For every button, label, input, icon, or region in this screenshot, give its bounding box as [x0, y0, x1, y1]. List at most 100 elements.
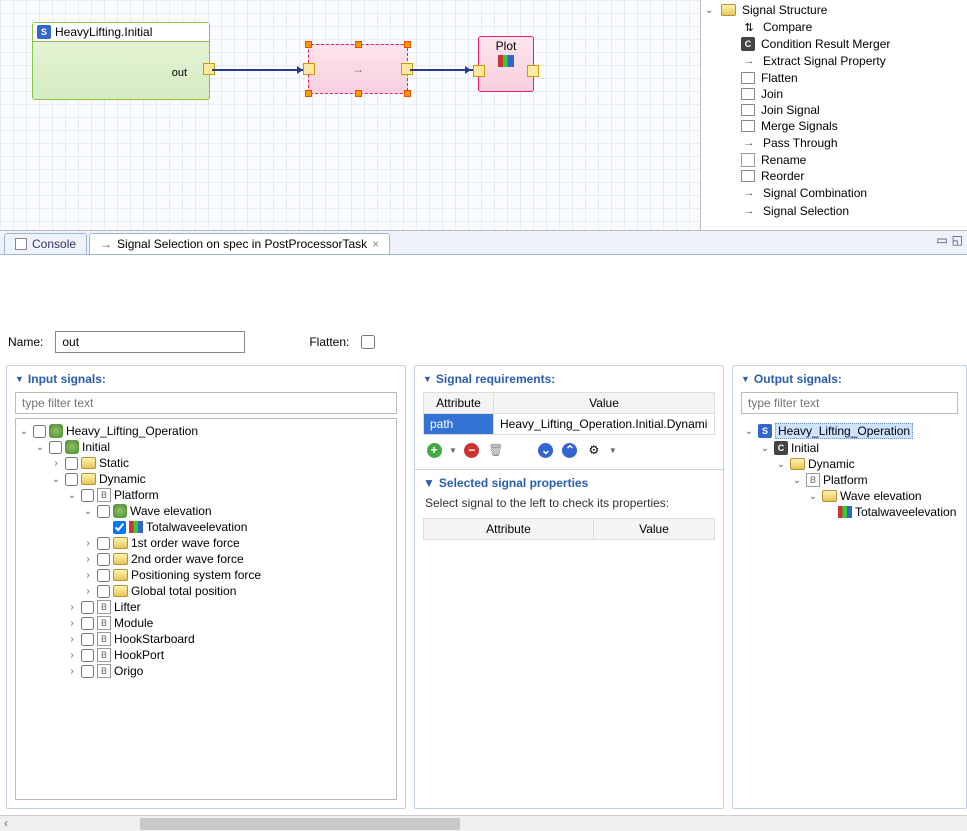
tree-checkbox[interactable]	[113, 521, 126, 534]
minimize-icon[interactable]: ▭	[936, 233, 947, 247]
input-port[interactable]	[303, 63, 315, 75]
tree-checkbox[interactable]	[97, 569, 110, 582]
expand-icon[interactable]: ›	[66, 618, 78, 629]
tree-checkbox[interactable]	[81, 601, 94, 614]
expand-icon[interactable]: ⌄	[705, 5, 715, 16]
expand-icon[interactable]: ⌄	[743, 426, 755, 437]
tree-row[interactable]: ⌄BPlatform	[743, 472, 956, 488]
expand-icon[interactable]: ›	[82, 538, 94, 549]
node-plot[interactable]: Plot	[478, 36, 534, 92]
expand-icon[interactable]: ›	[66, 650, 78, 661]
tree-row[interactable]: Totalwaveelevation	[18, 519, 394, 535]
collapse-icon[interactable]: ▼	[423, 374, 432, 384]
expand-icon[interactable]: ⌄	[759, 443, 771, 454]
name-input[interactable]	[55, 331, 245, 353]
palette-item[interactable]: Merge Signals	[701, 118, 967, 134]
resize-handle[interactable]	[305, 41, 312, 48]
palette-item[interactable]: →Extract Signal Property	[701, 52, 967, 70]
expand-icon[interactable]: ⌄	[34, 442, 46, 453]
palette-item[interactable]: →Pass Through	[701, 134, 967, 152]
tree-checkbox[interactable]	[65, 457, 78, 470]
tree-checkbox[interactable]	[97, 553, 110, 566]
expand-icon[interactable]: ›	[82, 570, 94, 581]
tree-row[interactable]: ⌄Dynamic	[18, 471, 394, 487]
tab-signal-selection[interactable]: → Signal Selection on spec in PostProces…	[89, 233, 390, 254]
tree-row[interactable]: ⌄CInitial	[743, 440, 956, 456]
tree-checkbox[interactable]	[97, 537, 110, 550]
tree-checkbox[interactable]	[65, 473, 78, 486]
dropdown-icon[interactable]: ▼	[449, 446, 457, 455]
restore-icon[interactable]: ◱	[952, 233, 963, 247]
tree-row[interactable]: ⌄Initial	[18, 439, 394, 455]
tree-checkbox[interactable]	[97, 505, 110, 518]
node-selected[interactable]: →	[308, 44, 408, 94]
tree-row[interactable]: ⌄SHeavy_Lifting_Operation	[743, 422, 956, 440]
expand-icon[interactable]: ⌄	[775, 459, 787, 470]
scroll-left-icon[interactable]: ‹	[4, 816, 8, 830]
palette-item[interactable]: ⇅Compare	[701, 18, 967, 36]
tree-checkbox[interactable]	[97, 585, 110, 598]
input-port[interactable]	[473, 65, 485, 77]
dropdown-icon[interactable]: ▼	[609, 446, 617, 455]
tree-row[interactable]: ⌄Heavy_Lifting_Operation	[18, 423, 394, 439]
palette-item[interactable]: Join	[701, 86, 967, 102]
tree-row[interactable]: ›Positioning system force	[18, 567, 394, 583]
output-port[interactable]	[527, 65, 539, 77]
horizontal-scrollbar[interactable]: ‹	[0, 815, 967, 831]
table-row[interactable]: pathHeavy_Lifting_Operation.Initial.Dyna…	[424, 414, 715, 435]
tree-checkbox[interactable]	[81, 617, 94, 630]
tree-row[interactable]: ›Global total position	[18, 583, 394, 599]
tree-row[interactable]: ›1st order wave force	[18, 535, 394, 551]
expand-icon[interactable]: ⌄	[807, 491, 819, 502]
expand-icon[interactable]: ⌄	[791, 475, 803, 486]
resize-handle[interactable]	[404, 41, 411, 48]
expand-icon[interactable]: ›	[82, 586, 94, 597]
palette-item[interactable]: Reorder	[701, 168, 967, 184]
scrollbar-thumb[interactable]	[140, 818, 460, 830]
tree-checkbox[interactable]	[81, 665, 94, 678]
remove-button[interactable]: −	[463, 441, 481, 459]
tree-checkbox[interactable]	[81, 633, 94, 646]
tree-row[interactable]: Totalwaveelevation	[743, 504, 956, 520]
output-tree[interactable]: ⌄SHeavy_Lifting_Operation⌄CInitial⌄Dynam…	[741, 418, 958, 800]
filter-input[interactable]	[15, 392, 397, 414]
move-down-button[interactable]: ⌄	[537, 441, 555, 459]
tree-checkbox[interactable]	[81, 489, 94, 502]
palette-item[interactable]: CCondition Result Merger	[701, 36, 967, 52]
tree-row[interactable]: ›BHookStarboard	[18, 631, 394, 647]
delete-button[interactable]: 🗑	[487, 441, 505, 459]
settings-button[interactable]: ⚙	[585, 441, 603, 459]
expand-icon[interactable]: ›	[66, 602, 78, 613]
collapse-icon[interactable]: ▼	[15, 374, 24, 384]
expand-icon[interactable]: ⌄	[18, 426, 30, 437]
node-initial[interactable]: SHeavyLifting.Initial out	[32, 22, 210, 100]
palette-item[interactable]: Flatten	[701, 70, 967, 86]
tree-row[interactable]: ›Static	[18, 455, 394, 471]
resize-handle[interactable]	[305, 90, 312, 97]
expand-icon[interactable]: ⌄	[50, 474, 62, 485]
expand-icon[interactable]: ›	[66, 666, 78, 677]
palette-item[interactable]: Join Signal	[701, 102, 967, 118]
add-button[interactable]: +	[425, 441, 443, 459]
collapse-icon[interactable]: ▼	[423, 476, 435, 490]
tree-row[interactable]: ›BOrigo	[18, 663, 394, 679]
expand-icon[interactable]: ⌄	[66, 490, 78, 501]
move-up-button[interactable]: ⌃	[561, 441, 579, 459]
tree-checkbox[interactable]	[33, 425, 46, 438]
filter-input[interactable]	[741, 392, 958, 414]
close-icon[interactable]: ×	[372, 237, 379, 251]
tree-checkbox[interactable]	[81, 649, 94, 662]
tree-row[interactable]: ⌄Wave elevation	[743, 488, 956, 504]
flatten-checkbox[interactable]	[361, 335, 375, 349]
expand-icon[interactable]: ›	[66, 634, 78, 645]
resize-handle[interactable]	[355, 90, 362, 97]
collapse-icon[interactable]: ▼	[741, 374, 750, 384]
resize-handle[interactable]	[355, 41, 362, 48]
tab-console[interactable]: Console	[4, 233, 87, 254]
expand-icon[interactable]: ›	[50, 458, 62, 469]
expand-icon[interactable]: ›	[82, 554, 94, 565]
workflow-canvas[interactable]: SHeavyLifting.Initial out → Plot	[0, 0, 700, 230]
tree-row[interactable]: ⌄Wave elevation	[18, 503, 394, 519]
resize-handle[interactable]	[404, 90, 411, 97]
tree-checkbox[interactable]	[49, 441, 62, 454]
